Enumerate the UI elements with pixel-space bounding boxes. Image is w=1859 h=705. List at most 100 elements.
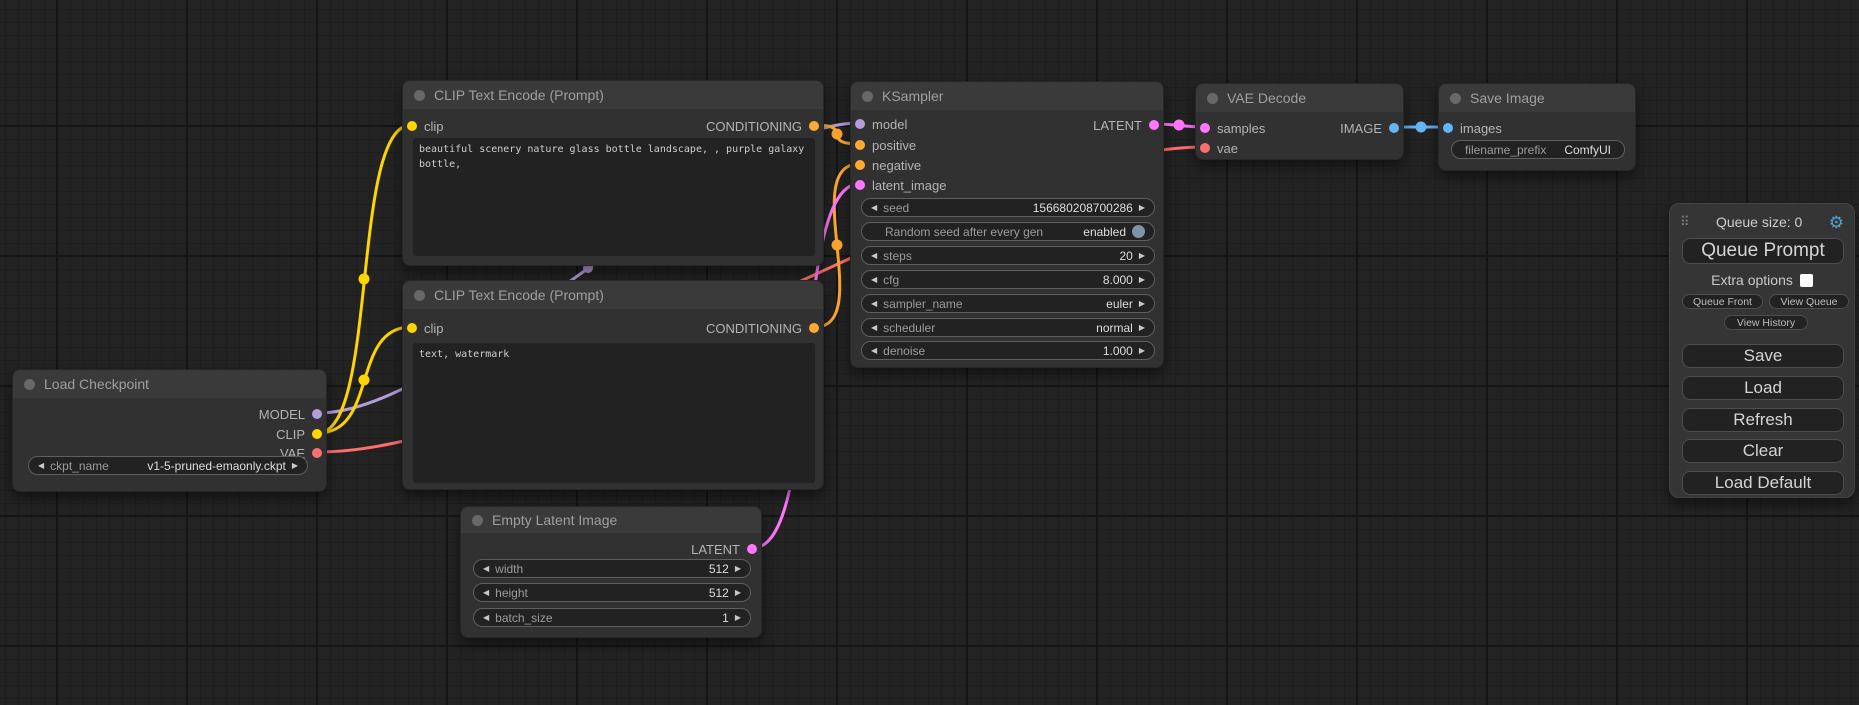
increment-arrow-icon[interactable]: ▶ <box>1139 347 1145 355</box>
collapse-dot-icon[interactable] <box>1207 93 1218 104</box>
node-graph-canvas[interactable]: CLIP Text Encode (Prompt) clip CONDITION… <box>0 0 1859 705</box>
node-vae-decode[interactable]: VAE Decode samples vae IMAGE <box>1195 83 1404 160</box>
increment-arrow-icon[interactable]: ▶ <box>735 614 741 622</box>
node-title-bar[interactable]: Empty Latent Image <box>461 507 761 533</box>
view-queue-button[interactable]: View Queue <box>1769 294 1849 309</box>
view-history-button[interactable]: View History <box>1724 315 1808 330</box>
load-default-button[interactable]: Load Default <box>1682 471 1844 495</box>
output-socket-conditioning[interactable]: CONDITIONING <box>706 116 819 136</box>
load-button[interactable]: Load <box>1682 376 1844 400</box>
output-socket-latent[interactable]: LATENT <box>1093 115 1159 135</box>
node-load-checkpoint[interactable]: Load Checkpoint MODEL CLIP VAE ◀ ckpt_na… <box>12 369 327 492</box>
input-socket-vae[interactable]: vae <box>1200 138 1238 158</box>
input-socket-model[interactable]: model <box>855 114 907 134</box>
node-ksampler[interactable]: KSampler model positive negative latent_… <box>850 81 1164 368</box>
increment-arrow-icon[interactable]: ▶ <box>1139 324 1145 332</box>
prompt-textarea[interactable]: beautiful scenery nature glass bottle la… <box>413 138 815 256</box>
widget-filename-prefix[interactable]: filename_prefix ComfyUI <box>1451 140 1625 159</box>
node-clip-text-encode-positive[interactable]: CLIP Text Encode (Prompt) clip CONDITION… <box>402 80 824 266</box>
socket-dot-latent[interactable] <box>1200 123 1210 133</box>
socket-dot-model[interactable] <box>855 119 865 129</box>
widget-denoise[interactable]: ◀ denoise 1.000 ▶ <box>861 341 1155 360</box>
node-title-bar[interactable]: Save Image <box>1439 84 1635 112</box>
widget-random-seed-toggle[interactable]: Random seed after every gen enabled <box>861 222 1155 241</box>
output-socket-model[interactable]: MODEL <box>259 404 322 424</box>
increment-arrow-icon[interactable]: ▶ <box>1139 204 1145 212</box>
decrement-arrow-icon[interactable]: ◀ <box>871 347 877 355</box>
widget-scheduler[interactable]: ◀ scheduler normal ▶ <box>861 318 1155 337</box>
socket-dot-image[interactable] <box>1389 123 1399 133</box>
decrement-arrow-icon[interactable]: ◀ <box>871 324 877 332</box>
clear-button[interactable]: Clear <box>1682 439 1844 463</box>
input-socket-samples[interactable]: samples <box>1200 118 1265 138</box>
output-socket-clip[interactable]: CLIP <box>276 424 322 444</box>
increment-arrow-icon[interactable]: ▶ <box>1139 276 1145 284</box>
socket-dot-conditioning[interactable] <box>855 160 865 170</box>
output-socket-image[interactable]: IMAGE <box>1340 118 1399 138</box>
node-empty-latent-image[interactable]: Empty Latent Image LATENT ◀ width 512 ▶ … <box>460 506 762 638</box>
refresh-button[interactable]: Refresh <box>1682 408 1844 432</box>
socket-dot-clip[interactable] <box>407 323 417 333</box>
socket-dot-vae[interactable] <box>312 448 322 458</box>
input-socket-clip[interactable]: clip <box>407 318 444 338</box>
node-clip-text-encode-negative[interactable]: CLIP Text Encode (Prompt) clip CONDITION… <box>402 280 824 490</box>
socket-dot-conditioning[interactable] <box>855 140 865 150</box>
socket-dot-clip[interactable] <box>407 121 417 131</box>
node-save-image[interactable]: Save Image images filename_prefix ComfyU… <box>1438 83 1636 171</box>
decrement-arrow-icon[interactable]: ◀ <box>483 589 489 597</box>
collapse-dot-icon[interactable] <box>24 379 35 390</box>
widget-height[interactable]: ◀ height 512 ▶ <box>473 583 751 602</box>
node-title-bar[interactable]: VAE Decode <box>1196 84 1403 112</box>
extra-options-checkbox[interactable] <box>1800 274 1813 287</box>
decrement-arrow-icon[interactable]: ◀ <box>38 462 44 470</box>
socket-dot-latent[interactable] <box>1149 120 1159 130</box>
widget-ckpt-name[interactable]: ◀ ckpt_name v1-5-pruned-emaonly.ckpt ▶ <box>28 456 308 475</box>
collapse-dot-icon[interactable] <box>414 90 425 101</box>
widget-steps[interactable]: ◀ steps 20 ▶ <box>861 246 1155 265</box>
socket-dot-latent[interactable] <box>747 544 757 554</box>
decrement-arrow-icon[interactable]: ◀ <box>483 614 489 622</box>
drag-handle-icon[interactable]: ⠿ <box>1680 214 1690 230</box>
collapse-dot-icon[interactable] <box>414 290 425 301</box>
save-button[interactable]: Save <box>1682 344 1844 368</box>
widget-sampler-name[interactable]: ◀ sampler_name euler ▶ <box>861 294 1155 313</box>
queue-front-button[interactable]: Queue Front <box>1682 294 1763 309</box>
input-socket-negative[interactable]: negative <box>855 155 921 175</box>
collapse-dot-icon[interactable] <box>472 515 483 526</box>
increment-arrow-icon[interactable]: ▶ <box>1139 252 1145 260</box>
settings-gear-icon[interactable]: ⚙ <box>1829 214 1844 231</box>
increment-arrow-icon[interactable]: ▶ <box>735 589 741 597</box>
queue-prompt-button[interactable]: Queue Prompt <box>1682 238 1844 264</box>
toggle-enabled-icon[interactable] <box>1132 225 1145 238</box>
input-socket-images[interactable]: images <box>1443 118 1502 138</box>
socket-dot-conditioning[interactable] <box>809 323 819 333</box>
widget-batch-size[interactable]: ◀ batch_size 1 ▶ <box>473 608 751 627</box>
socket-dot-clip[interactable] <box>312 429 322 439</box>
increment-arrow-icon[interactable]: ▶ <box>1139 300 1145 308</box>
decrement-arrow-icon[interactable]: ◀ <box>871 276 877 284</box>
input-socket-latent-image[interactable]: latent_image <box>855 175 946 195</box>
output-socket-conditioning[interactable]: CONDITIONING <box>706 318 819 338</box>
node-title-bar[interactable]: Load Checkpoint <box>13 370 326 398</box>
collapse-dot-icon[interactable] <box>862 91 873 102</box>
socket-dot-conditioning[interactable] <box>809 121 819 131</box>
socket-dot-model[interactable] <box>312 409 322 419</box>
widget-seed[interactable]: ◀ seed 156680208700286 ▶ <box>861 198 1155 217</box>
socket-dot-latent[interactable] <box>855 180 865 190</box>
decrement-arrow-icon[interactable]: ◀ <box>871 252 877 260</box>
widget-width[interactable]: ◀ width 512 ▶ <box>473 559 751 578</box>
node-title-bar[interactable]: KSampler <box>851 82 1163 110</box>
widget-cfg[interactable]: ◀ cfg 8.000 ▶ <box>861 270 1155 289</box>
node-title-bar[interactable]: CLIP Text Encode (Prompt) <box>403 281 823 309</box>
input-socket-positive[interactable]: positive <box>855 135 916 155</box>
collapse-dot-icon[interactable] <box>1450 93 1461 104</box>
decrement-arrow-icon[interactable]: ◀ <box>871 204 877 212</box>
socket-dot-image[interactable] <box>1443 123 1453 133</box>
decrement-arrow-icon[interactable]: ◀ <box>871 300 877 308</box>
increment-arrow-icon[interactable]: ▶ <box>735 565 741 573</box>
output-socket-latent[interactable]: LATENT <box>691 539 757 559</box>
decrement-arrow-icon[interactable]: ◀ <box>483 565 489 573</box>
socket-dot-vae[interactable] <box>1200 143 1210 153</box>
input-socket-clip[interactable]: clip <box>407 116 444 136</box>
prompt-textarea[interactable]: text, watermark <box>413 343 815 483</box>
